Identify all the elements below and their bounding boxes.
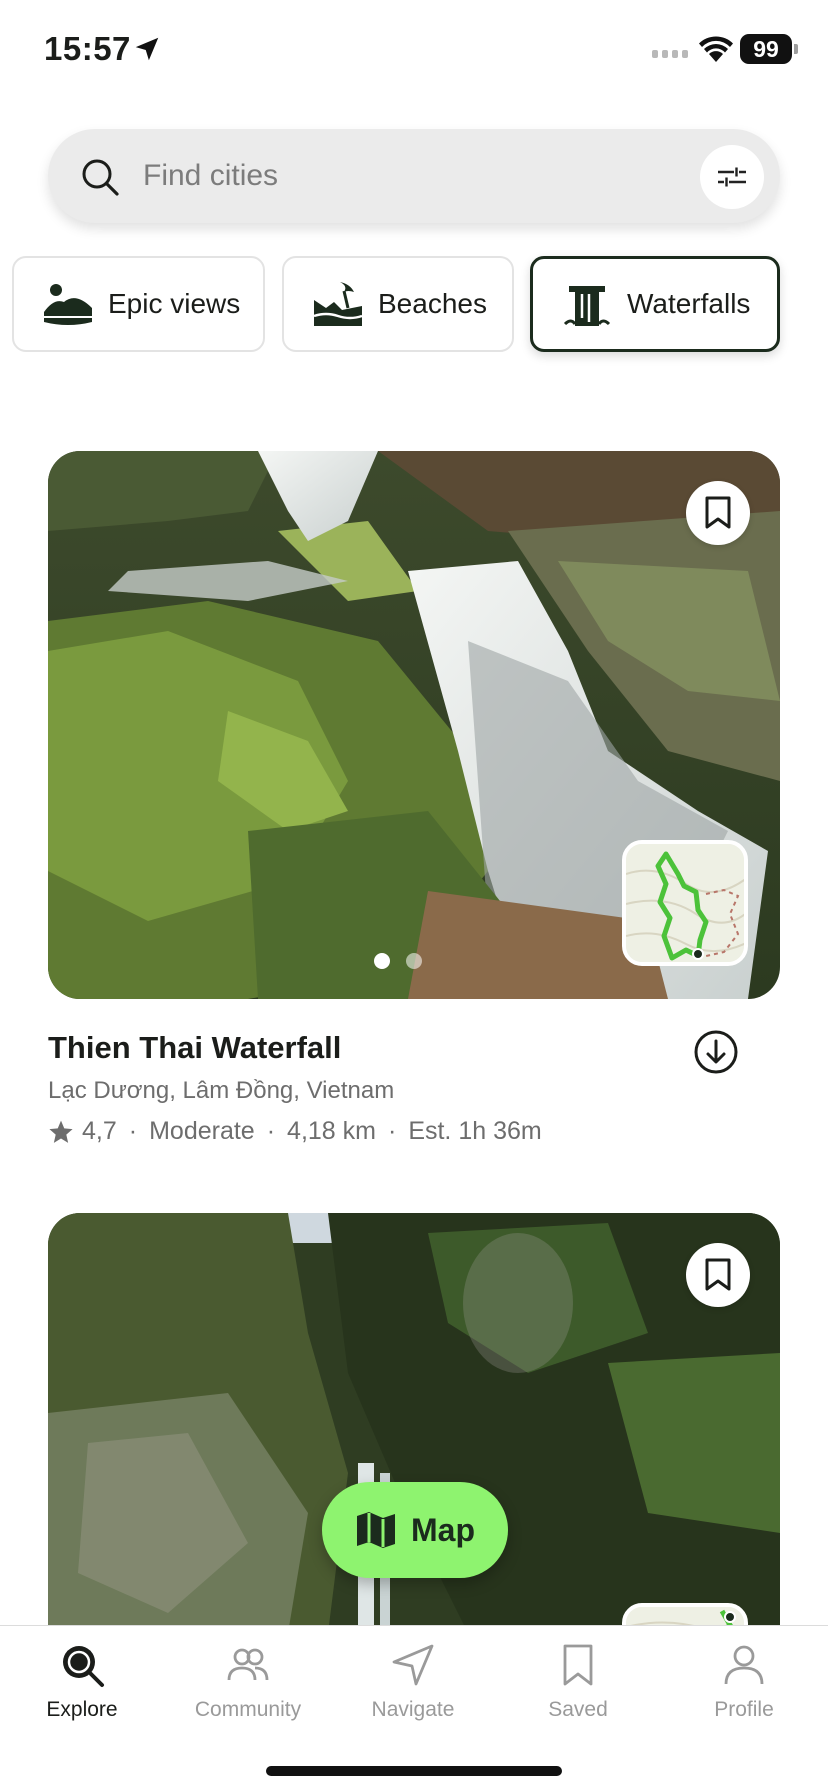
bookmark-icon — [705, 1258, 731, 1291]
bookmark-icon — [705, 496, 731, 529]
tab-navigate[interactable]: Navigate — [333, 1642, 493, 1742]
photo-pager — [374, 953, 422, 969]
map-button-label: Map — [411, 1511, 475, 1548]
trail-duration: Est. 1h 36m — [408, 1117, 542, 1145]
trail-photo[interactable] — [48, 451, 780, 999]
chip-waterfalls[interactable]: Waterfalls — [530, 256, 780, 352]
chip-beaches[interactable]: Beaches — [282, 256, 514, 352]
beach-icon — [313, 282, 363, 326]
tab-label: Profile — [714, 1698, 774, 1721]
trail-difficulty: Moderate — [149, 1117, 255, 1145]
bottom-tab-bar: Explore Community Navigate Saved Profile — [0, 1625, 828, 1792]
bookmark-button[interactable] — [686, 481, 750, 545]
cellular-signal-icon — [652, 50, 688, 58]
mountain-view-icon — [44, 284, 92, 325]
location-arrow-icon — [135, 37, 159, 61]
tab-label: Explore — [46, 1698, 118, 1721]
chip-label: Waterfalls — [627, 288, 751, 319]
search-input[interactable] — [143, 151, 663, 201]
trail-rating: 4,7 — [82, 1117, 117, 1145]
filter-button[interactable] — [700, 145, 764, 209]
wifi-icon — [699, 36, 733, 62]
bookmark-button[interactable] — [686, 1243, 750, 1307]
battery-indicator: 99 — [740, 34, 798, 64]
tab-label: Community — [194, 1698, 302, 1721]
map-icon — [357, 1512, 395, 1548]
home-indicator — [266, 1766, 562, 1776]
chip-epic-views[interactable]: Epic views — [12, 256, 265, 352]
search-bar[interactable] — [48, 129, 780, 223]
sliders-icon — [718, 167, 746, 187]
download-button[interactable] — [693, 1029, 739, 1075]
profile-icon — [724, 1645, 764, 1685]
waterfall-icon — [563, 286, 611, 326]
trail-map-thumbnail[interactable] — [622, 840, 748, 966]
star-icon — [49, 1120, 73, 1143]
trail-distance: 4,18 km — [287, 1117, 376, 1145]
category-chips: Epic views Beaches Waterfalls — [12, 256, 828, 352]
trail-route-map — [626, 844, 744, 962]
search-icon — [82, 159, 119, 196]
status-bar: 15:57 99 — [0, 0, 828, 100]
tab-explore[interactable]: Explore — [2, 1642, 162, 1742]
status-time: 15:57 — [44, 30, 131, 67]
navigate-icon — [392, 1644, 434, 1686]
chip-label: Epic views — [108, 288, 241, 319]
pager-dot-active — [374, 953, 390, 969]
trail-location: Lạc Dương, Lâm Đồng, Vietnam — [48, 1077, 395, 1104]
map-button[interactable]: Map — [322, 1482, 508, 1578]
explore-icon — [63, 1646, 104, 1687]
tab-label: Navigate — [371, 1698, 455, 1721]
trail-title[interactable]: Thien Thai Waterfall — [48, 1030, 341, 1066]
tab-label: Saved — [548, 1698, 608, 1721]
tab-community[interactable]: Community — [168, 1642, 328, 1742]
tab-profile[interactable]: Profile — [664, 1642, 824, 1742]
chip-label: Beaches — [378, 288, 487, 319]
community-icon — [227, 1648, 269, 1681]
saved-icon — [563, 1644, 593, 1686]
tab-saved[interactable]: Saved — [498, 1642, 658, 1742]
pager-dot — [406, 953, 422, 969]
trail-stats: 4,7 · Moderate · 4,18 km · Est. 1h 36m — [48, 1117, 542, 1146]
